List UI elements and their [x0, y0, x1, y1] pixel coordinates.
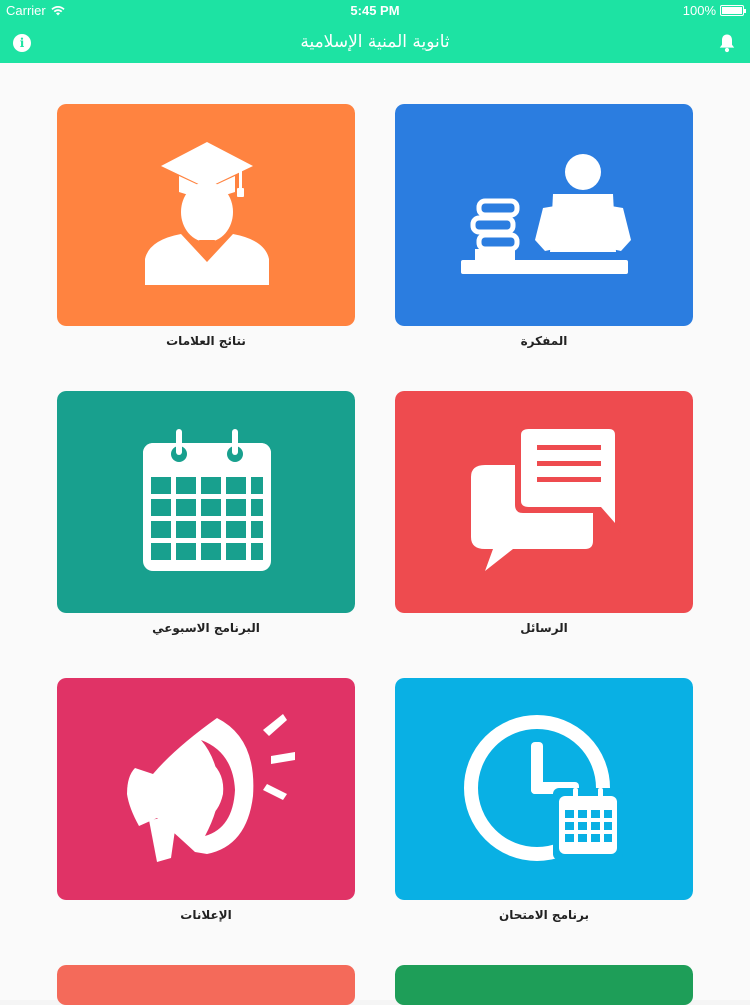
page-title: ثانوية المنية الإسلامية — [300, 32, 450, 52]
battery-icon — [720, 5, 746, 16]
clock: 5:45 PM — [350, 3, 400, 18]
tile-agenda[interactable] — [395, 104, 693, 326]
tile-grid: المفكرة نتائج العلامات الرسائل البرنامج … — [0, 63, 750, 1005]
tile-messages[interactable] — [395, 391, 693, 613]
nav-bar: i ثانوية المنية الإسلامية — [0, 22, 750, 63]
tile-row4-left[interactable] — [57, 965, 355, 1005]
tile-row4-right[interactable] — [395, 965, 693, 1005]
battery-status: 100% — [682, 3, 746, 18]
tile-exam-schedule-label: برنامج الامتحان — [498, 908, 589, 922]
status-bar: Carrier 5:45 PM 100% — [0, 0, 750, 22]
bell-icon[interactable] — [718, 33, 736, 53]
tile-results[interactable] — [57, 104, 355, 326]
calendar-icon — [143, 429, 271, 571]
tile-agenda-label: المفكرة — [520, 334, 568, 348]
tile-messages-label: الرسائل — [520, 621, 568, 635]
tile-announcements[interactable] — [57, 678, 355, 900]
tile-weekly-schedule-label: البرنامج الاسبوعي — [152, 621, 260, 635]
tile-weekly-schedule[interactable] — [57, 391, 355, 613]
tile-results-label: نتائج العلامات — [166, 334, 246, 348]
tile-exam-schedule[interactable] — [395, 678, 693, 900]
tile-announcements-label: الإعلانات — [180, 908, 232, 922]
battery-percent: 100% — [682, 3, 716, 18]
